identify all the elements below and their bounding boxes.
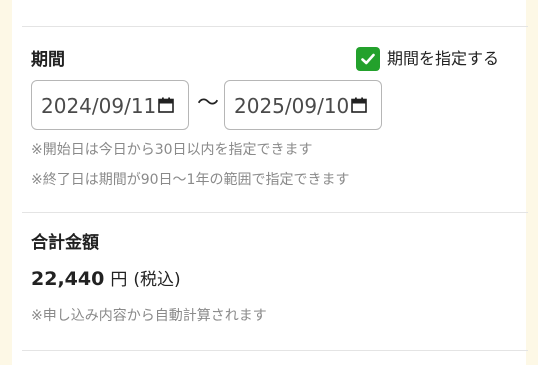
section-divider-middle (22, 212, 528, 213)
tax-included-label: (税込) (133, 270, 181, 290)
total-price: 22,440 円 (税込) (31, 267, 181, 292)
end-date-value[interactable]: 2025/09/10 (234, 94, 349, 118)
section-divider-bottom (22, 350, 528, 351)
date-range-separator: 〜 (197, 91, 220, 116)
check-icon (361, 53, 375, 65)
calendar-icon[interactable] (158, 97, 174, 113)
start-date-note: ※開始日は今日から30日以内を指定できます (31, 142, 313, 158)
period-checkbox-label[interactable]: 期間を指定する (387, 49, 499, 69)
total-unit: 円 (110, 270, 128, 290)
calendar-icon[interactable] (351, 97, 367, 113)
total-title: 合計金額 (31, 233, 99, 253)
period-checkbox[interactable]: 期間を指定する (356, 47, 499, 71)
total-amount: 22,440 (31, 268, 105, 290)
period-title: 期間 (31, 50, 65, 70)
checkbox-checked[interactable] (356, 47, 380, 71)
start-date-value[interactable]: 2024/09/11 (41, 94, 156, 118)
end-date-input[interactable]: 2025/09/10 (224, 80, 382, 130)
form-panel: 期間 期間を指定する 2024/09/11 〜 2025/09/10 ※開始日は… (12, 0, 528, 365)
start-date-input[interactable]: 2024/09/11 (31, 80, 189, 130)
total-note: ※申し込み内容から自動計算されます (31, 308, 267, 324)
section-divider-top (22, 26, 528, 27)
end-date-note: ※終了日は期間が90日〜1年の範囲で指定できます (31, 172, 350, 188)
